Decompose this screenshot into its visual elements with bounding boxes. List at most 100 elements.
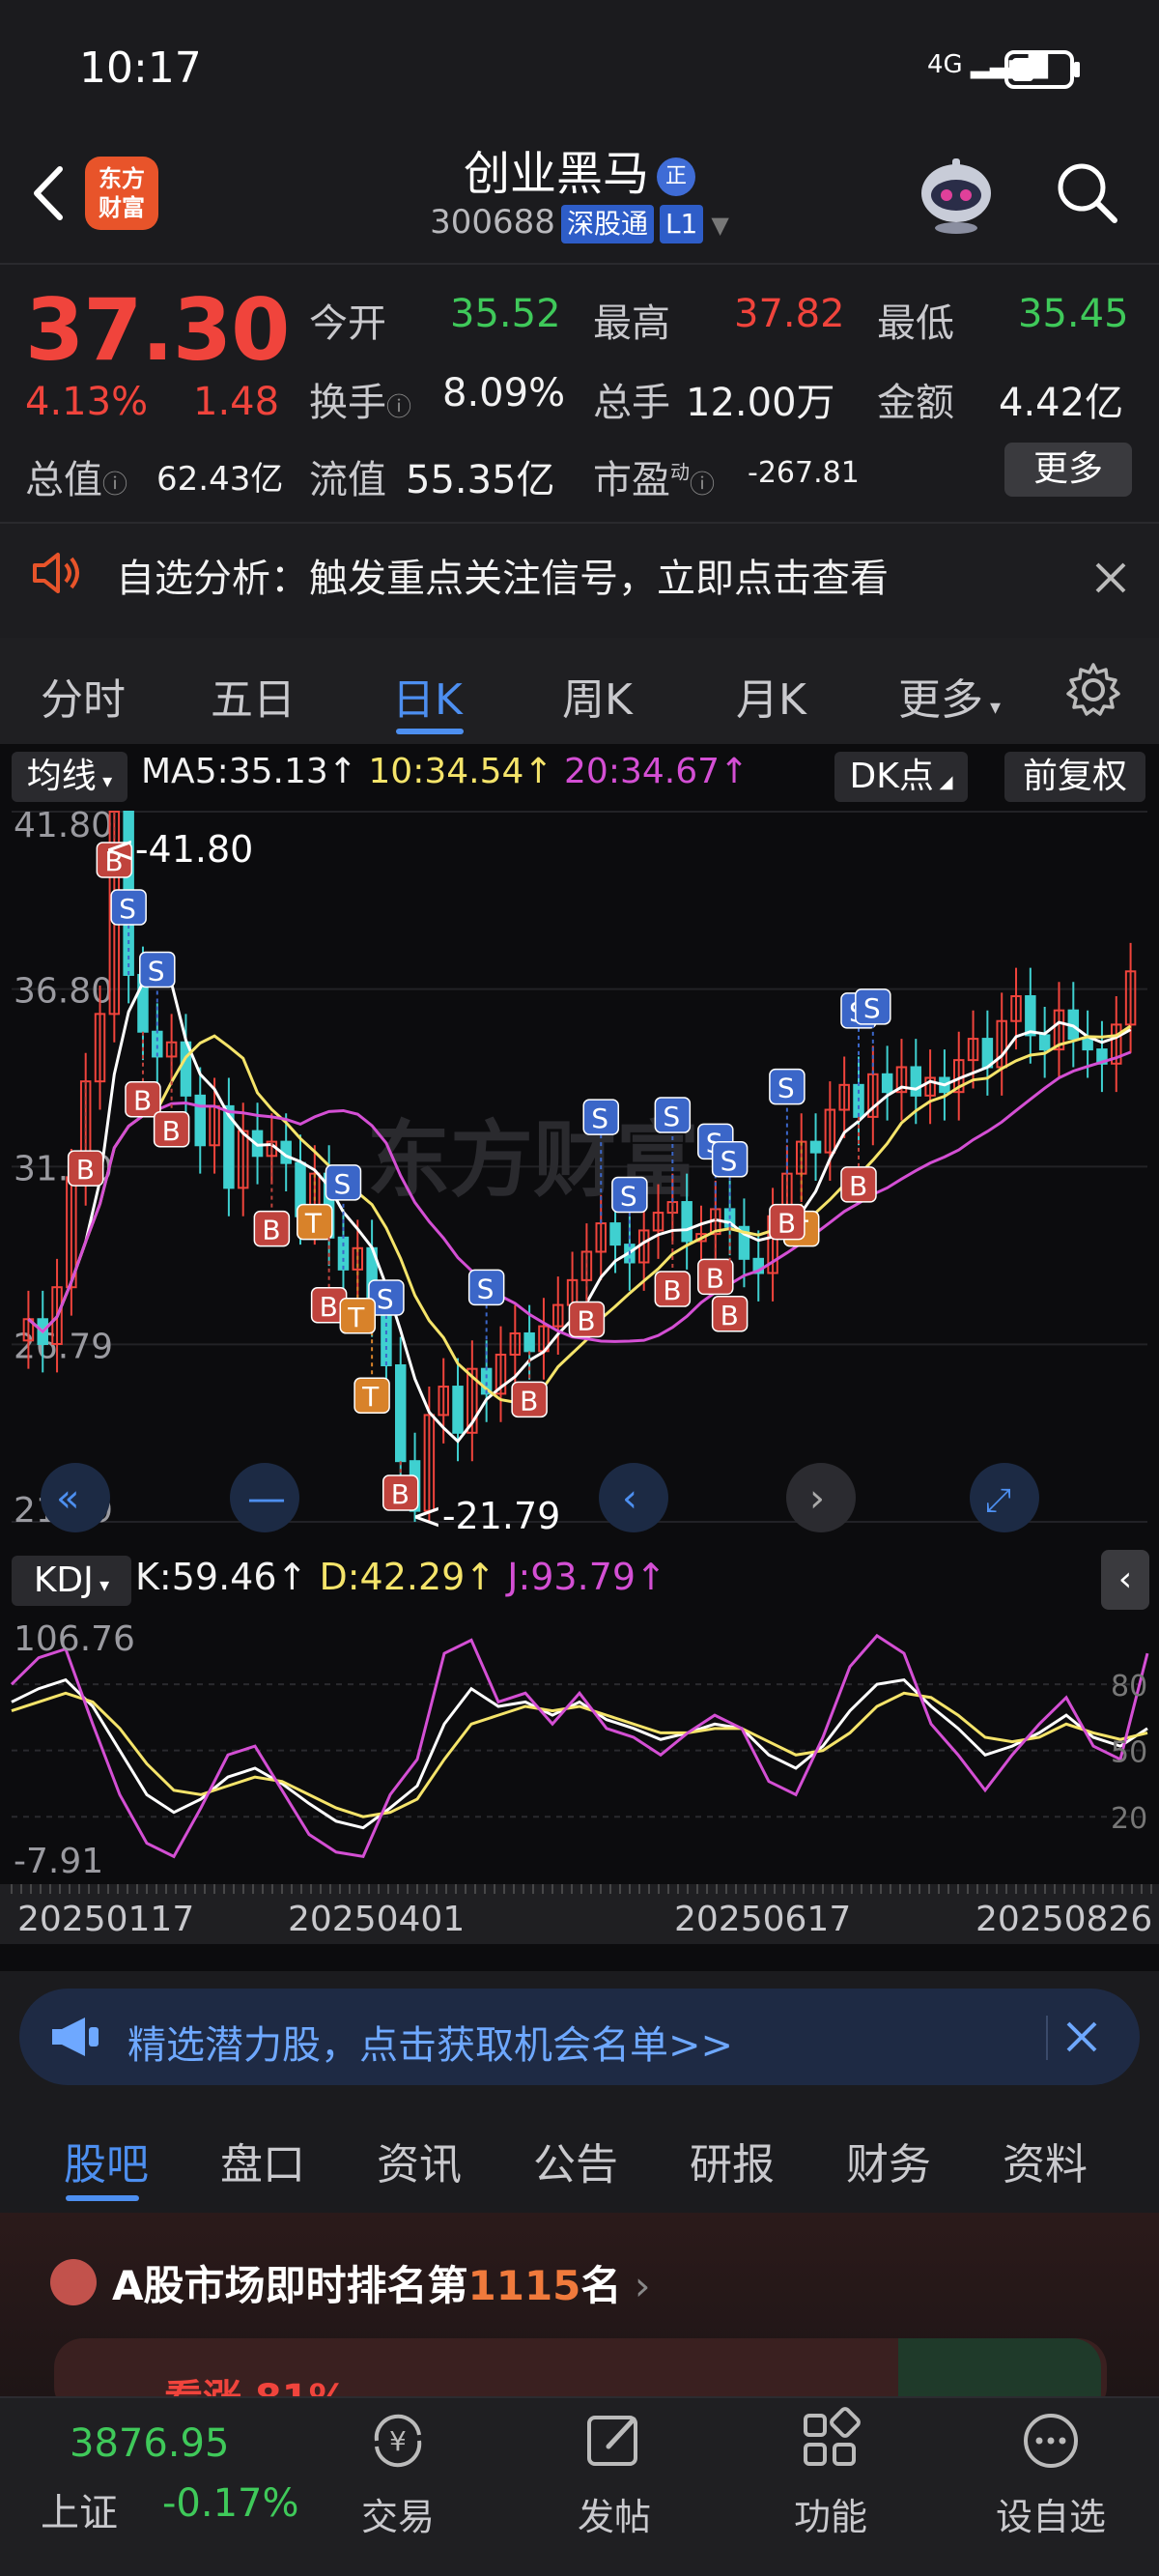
tab-monthly-k[interactable]: 月K bbox=[736, 665, 806, 727]
candlestick-chart[interactable]: 东方财富 41.8036.8031.8026.7921.79 SSBBBBTSB… bbox=[0, 802, 1159, 1546]
robot-assistant-icon[interactable] bbox=[913, 155, 1000, 236]
signal-label: S bbox=[777, 1073, 795, 1104]
pe-dynamic-sup: 动 bbox=[670, 460, 690, 484]
info-icon: ⓘ bbox=[102, 471, 128, 500]
tab-daily-k[interactable]: 日K bbox=[392, 665, 463, 727]
signal-label: B bbox=[133, 1085, 152, 1117]
tab-forum[interactable]: 股吧 bbox=[64, 2130, 149, 2191]
watermark: 东方财富 bbox=[367, 1112, 699, 1209]
volume-label: 总手 bbox=[593, 381, 670, 425]
more-dots-icon bbox=[1024, 2414, 1078, 2468]
tab-weekly-k[interactable]: 周K bbox=[562, 665, 633, 727]
pe-label: 市盈动ⓘ bbox=[593, 458, 716, 502]
candle-body bbox=[194, 1094, 206, 1147]
fq-select[interactable]: 前复权 bbox=[1004, 752, 1145, 802]
index-value[interactable]: 3876.95 bbox=[70, 2421, 229, 2466]
signal-label: S bbox=[721, 1145, 738, 1177]
grid-icon bbox=[804, 2407, 861, 2466]
speaker-icon bbox=[33, 553, 79, 593]
stock-code: 300688 bbox=[430, 203, 555, 242]
signal-label: B bbox=[706, 1262, 724, 1294]
last-price: 37.30 bbox=[25, 280, 290, 380]
chevron-down-icon: ▾ bbox=[93, 1573, 110, 1596]
signal-label: S bbox=[863, 992, 881, 1024]
close-icon[interactable] bbox=[1091, 558, 1130, 597]
ma20-value: 20:34.67↑ bbox=[564, 752, 749, 791]
functions-label: 功能 bbox=[793, 2496, 867, 2538]
signal-label: B bbox=[777, 1208, 796, 1240]
candle-body bbox=[1082, 1038, 1093, 1051]
tab-orderbook[interactable]: 盘口 bbox=[220, 2130, 305, 2191]
candle-body bbox=[395, 1364, 407, 1463]
close-icon[interactable] bbox=[1062, 2018, 1101, 2056]
mktcap-label: 总值ⓘ bbox=[25, 458, 128, 502]
tab-profile[interactable]: 资料 bbox=[1003, 2130, 1088, 2191]
indicator-select[interactable]: KDJ ▾ bbox=[12, 1556, 131, 1606]
open-label: 今开 bbox=[309, 301, 386, 346]
signal-label: S bbox=[333, 1168, 351, 1200]
amount-value: 4.42亿 bbox=[999, 381, 1124, 425]
tab-financials[interactable]: 财务 bbox=[846, 2130, 931, 2191]
kdj-d-line bbox=[11, 1691, 1148, 1818]
dk-point-toggle[interactable]: DK点 ◢ bbox=[834, 752, 968, 802]
collapse-button[interactable]: ‹ bbox=[1101, 1550, 1149, 1610]
more-quote-button[interactable]: 更多 bbox=[1004, 443, 1132, 497]
tab-news[interactable]: 资讯 bbox=[377, 2130, 462, 2191]
add-watchlist-button[interactable]: 设自选 bbox=[983, 2406, 1118, 2540]
battery-tip bbox=[1074, 62, 1080, 77]
high-label: 最高 bbox=[593, 301, 670, 346]
kdj-k-line bbox=[11, 1677, 1148, 1830]
mktcap-value: 62.43亿 bbox=[156, 460, 284, 499]
svg-text:¥: ¥ bbox=[389, 2425, 407, 2457]
signal-label: T bbox=[304, 1208, 323, 1240]
signal-label: B bbox=[262, 1215, 280, 1246]
kdj-legend: K:59.46↑ D:42.29↑ J:93.79↑ bbox=[135, 1556, 666, 1598]
divider bbox=[1046, 2016, 1048, 2060]
pe-value: -267.81 bbox=[748, 456, 860, 490]
ranking-text[interactable]: A股市场即时排名第1115名 › bbox=[112, 2253, 651, 2312]
open-value: 35.52 bbox=[450, 292, 561, 336]
search-icon[interactable] bbox=[1051, 157, 1122, 228]
chevron-right-icon: › bbox=[809, 1476, 825, 1521]
signal-label: B bbox=[663, 1274, 681, 1306]
info-icon: ⓘ bbox=[386, 393, 412, 422]
change-percent: 4.13% bbox=[25, 380, 149, 424]
signal-label: S bbox=[663, 1101, 680, 1132]
battery-icon bbox=[1004, 50, 1074, 89]
tab-announcements[interactable]: 公告 bbox=[533, 2130, 618, 2191]
tab-more[interactable]: 更多 ▾ bbox=[898, 665, 1001, 727]
volume-value: 12.00万 bbox=[686, 381, 835, 425]
signal-label: S bbox=[148, 955, 165, 987]
add-watchlist-label: 设自选 bbox=[995, 2496, 1106, 2538]
j-value: J:93.79↑ bbox=[507, 1556, 666, 1598]
promo-text[interactable]: 精选潜力股，点击获取机会名单>> bbox=[127, 2014, 733, 2070]
double-left-icon: « bbox=[56, 1476, 79, 1521]
candle-body bbox=[681, 1201, 693, 1243]
float-label: 流值 bbox=[309, 458, 386, 502]
kdj-bottom-tick: -7.91 bbox=[14, 1842, 103, 1881]
status-time: 10:17 bbox=[79, 43, 202, 93]
tab-intraday[interactable]: 分时 bbox=[41, 665, 126, 727]
ma5-line bbox=[27, 976, 1132, 1444]
change-amount: 1.48 bbox=[193, 380, 280, 424]
dropdown-icon[interactable]: ▼ bbox=[711, 212, 728, 239]
index-name[interactable]: 上证 bbox=[41, 2481, 118, 2537]
info-icon: ⓘ bbox=[690, 471, 716, 500]
tab-five-day[interactable]: 五日 bbox=[211, 665, 296, 727]
signal-label: S bbox=[477, 1273, 495, 1304]
ma-select[interactable]: 均线 ▾ bbox=[12, 752, 127, 802]
minus-icon: — bbox=[247, 1476, 286, 1521]
x-tick-label: 20250617 bbox=[674, 1900, 851, 1939]
functions-button[interactable]: 功能 bbox=[763, 2406, 898, 2540]
gear-icon[interactable] bbox=[1064, 661, 1122, 719]
yuan-exchange-icon: ¥ bbox=[374, 2414, 422, 2468]
signal-label: T bbox=[361, 1381, 380, 1413]
index-change[interactable]: -0.17% bbox=[162, 2481, 299, 2526]
notice-text[interactable]: 自选分析：触发重点关注信号，立即点击查看 bbox=[116, 547, 889, 603]
signal-label: B bbox=[391, 1478, 410, 1510]
tab-research[interactable]: 研报 bbox=[690, 2130, 775, 2191]
trade-button[interactable]: ¥ 交易 bbox=[330, 2406, 466, 2540]
low-label: 最低 bbox=[877, 301, 954, 346]
kdj-chart[interactable]: 80 50 20 106.76 -7.91 20250117 20250401 202506… bbox=[0, 1616, 1159, 1944]
post-button[interactable]: 发帖 bbox=[547, 2406, 682, 2540]
